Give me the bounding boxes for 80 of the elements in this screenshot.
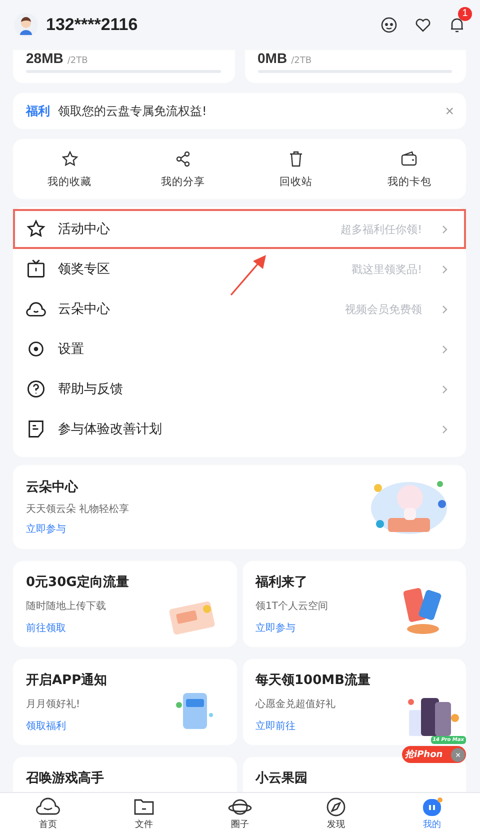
planet-icon bbox=[228, 796, 252, 816]
storage-total: /2TB bbox=[67, 56, 88, 66]
card-title: 福利来了 bbox=[256, 574, 308, 591]
wallet-icon[interactable] bbox=[400, 150, 418, 168]
chevron-right-icon bbox=[442, 384, 448, 394]
menu-hint: 超多福利任你领! bbox=[340, 222, 422, 236]
chevron-right-icon bbox=[442, 424, 448, 434]
card-title: 小云果园 bbox=[256, 770, 308, 787]
chevron-right-icon bbox=[442, 344, 448, 354]
card-title: 召唤游戏高手 bbox=[26, 770, 104, 787]
card-title: 开启APP通知 bbox=[26, 672, 108, 689]
avatar-icon[interactable] bbox=[14, 13, 38, 37]
notification-badge: 1 bbox=[458, 7, 472, 21]
card-subtitle: 天天领云朵 礼物轻松享 bbox=[26, 502, 130, 516]
storage-used: 0MB bbox=[258, 50, 288, 66]
tab[interactable]: 圈子 bbox=[192, 793, 288, 834]
smiling-cloud-icon bbox=[26, 299, 46, 319]
tab[interactable]: 文件 bbox=[96, 793, 192, 834]
star-icon[interactable] bbox=[60, 150, 79, 168]
promo-card[interactable]: 0元30G定向流量 随时随地上传下载 前往领取 bbox=[13, 561, 236, 647]
menu-hint: 戳这里领奖品! bbox=[352, 262, 422, 276]
tab[interactable]: 我的 bbox=[384, 793, 480, 834]
chevron-right-icon bbox=[442, 224, 448, 234]
settings-icon bbox=[26, 339, 46, 359]
card-subtitle: 随时随地上传下载 bbox=[26, 600, 106, 613]
menu-item[interactable]: 帮助与反馈 bbox=[13, 369, 466, 409]
menu-item[interactable]: 活动中心 超多福利任你领! bbox=[13, 209, 466, 249]
notice-text: 领取您的云盘专属免流权益! bbox=[58, 102, 207, 120]
card-link[interactable]: 立即前往 bbox=[256, 719, 296, 733]
storage-total: /2TB bbox=[291, 56, 312, 66]
compass-icon bbox=[324, 796, 348, 816]
card-link[interactable]: 领取福利 bbox=[26, 719, 66, 733]
shortcut-label[interactable]: 回收站 bbox=[280, 174, 313, 188]
card-subtitle: 心愿金兑超值好礼 bbox=[256, 698, 336, 711]
menu-label: 领奖专区 bbox=[58, 261, 110, 278]
menu-item[interactable]: 设置 bbox=[13, 329, 466, 369]
chevron-right-icon bbox=[442, 304, 448, 314]
star-icon bbox=[26, 219, 46, 239]
menu-item[interactable]: 领奖专区 戳这里领奖品! bbox=[13, 249, 466, 289]
shortcut-label[interactable]: 我的收藏 bbox=[48, 174, 92, 188]
chevron-right-icon bbox=[442, 264, 448, 274]
menu-label: 设置 bbox=[58, 341, 84, 358]
promo-card[interactable]: 福利来了 领1T个人云空间 立即参与 bbox=[242, 561, 466, 647]
shortcut-label[interactable]: 我的分享 bbox=[160, 174, 205, 188]
promo-card[interactable]: 召唤游戏高手 bbox=[13, 757, 236, 793]
card-subtitle: 领1T个人云空间 bbox=[256, 600, 328, 613]
robot-face-icon[interactable] bbox=[380, 16, 398, 34]
menu-label: 参与体验改善计划 bbox=[58, 421, 162, 438]
menu-label: 活动中心 bbox=[58, 221, 110, 238]
cloud-icon bbox=[36, 796, 60, 816]
promo-card[interactable]: 云朵中心 天天领云朵 礼物轻松享 立即参与 bbox=[13, 465, 466, 549]
menu-hint: 视频会员免费领 bbox=[345, 302, 422, 316]
tv-icon bbox=[26, 259, 46, 279]
card-subtitle: 月月领好礼! bbox=[26, 698, 80, 711]
card-link[interactable]: 立即参与 bbox=[256, 621, 296, 635]
promo-card[interactable]: 小云果园 bbox=[242, 757, 466, 793]
menu-item[interactable]: 参与体验改善计划 bbox=[13, 409, 466, 449]
bell-icon[interactable] bbox=[448, 16, 466, 34]
username: 132****2116 bbox=[46, 15, 138, 35]
shortcut-label[interactable]: 我的卡包 bbox=[387, 174, 432, 188]
storage-used: 28MB bbox=[26, 50, 64, 66]
menu-item[interactable]: 云朵中心 视频会员免费领 bbox=[13, 289, 466, 329]
tab[interactable]: 发现 bbox=[288, 793, 384, 834]
benefit-tag: 福利 bbox=[26, 102, 50, 120]
tab[interactable]: 首页 bbox=[0, 793, 96, 834]
share-icon[interactable] bbox=[174, 150, 192, 168]
help-icon bbox=[26, 379, 46, 399]
card-title: 每天领100MB流量 bbox=[256, 672, 370, 689]
folder-icon bbox=[132, 796, 156, 816]
menu-label: 帮助与反馈 bbox=[58, 381, 123, 398]
mascot-icon bbox=[420, 796, 444, 816]
note-icon bbox=[26, 419, 46, 439]
pointer-arrow bbox=[228, 253, 268, 297]
menu-label: 云朵中心 bbox=[58, 301, 110, 318]
card-link[interactable]: 前往领取 bbox=[26, 621, 66, 635]
card-title: 云朵中心 bbox=[26, 478, 80, 496]
card-link[interactable]: 立即参与 bbox=[26, 522, 130, 536]
heart-icon[interactable] bbox=[414, 16, 432, 34]
card-title: 0元30G定向流量 bbox=[26, 574, 129, 591]
promo-card[interactable]: 开启APP通知 月月领好礼! 领取福利 bbox=[13, 659, 236, 745]
